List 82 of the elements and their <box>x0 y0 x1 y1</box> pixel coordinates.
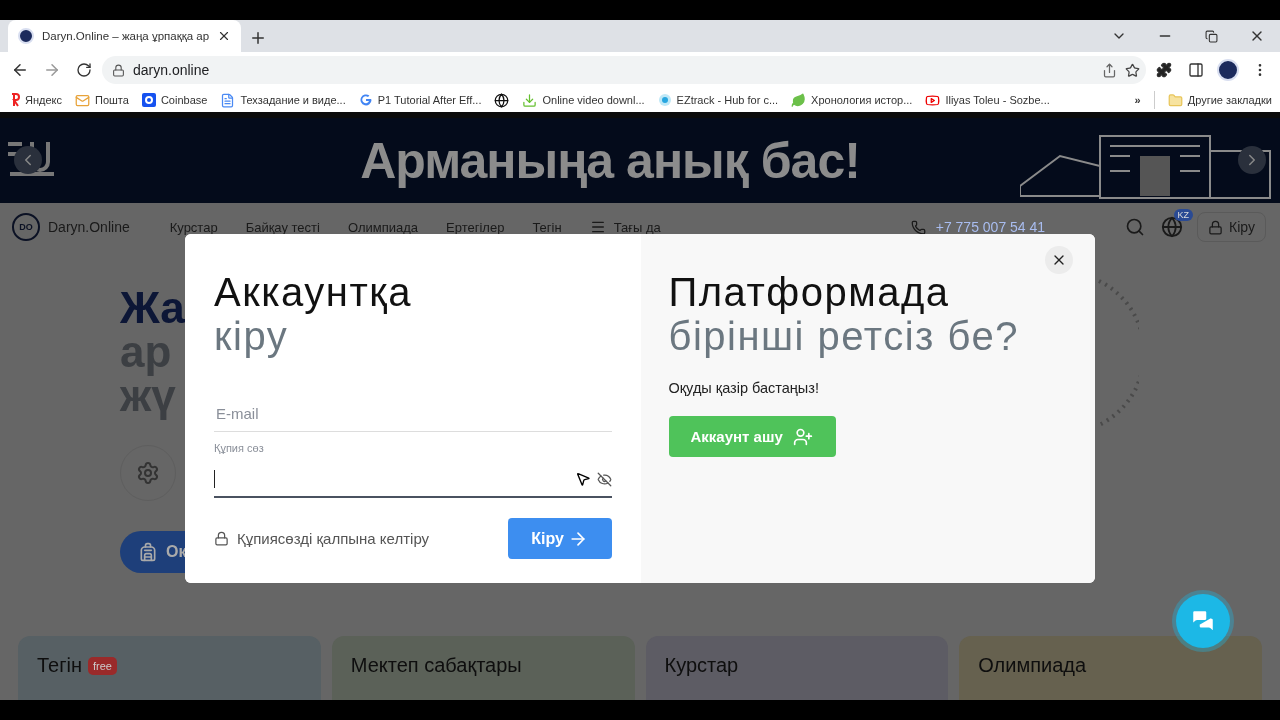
language-badge[interactable]: KZ <box>1173 209 1194 221</box>
category-card[interactable]: Тегін free <box>18 636 321 700</box>
signup-title: Платформада <box>668 270 950 314</box>
hero-heading: Жа <box>120 286 185 330</box>
free-badge: free <box>88 657 117 675</box>
leaf-icon <box>791 92 807 108</box>
bookmark-link[interactable]: Coinbase <box>160 94 208 106</box>
globe-icon[interactable] <box>494 92 510 108</box>
login-submit-button[interactable]: Кіру <box>508 518 612 559</box>
dialog-subtitle: кіру <box>214 314 289 358</box>
more-bookmarks-button[interactable]: » <box>1134 94 1141 106</box>
bookmark-link[interactable]: EZtrack - Hub for c... <box>676 94 779 106</box>
bookmark-link[interactable]: P1 Tutorial After Eff... <box>377 94 482 106</box>
bookmark-link[interactable]: Техзадание и виде... <box>240 94 346 106</box>
coinbase-icon <box>141 93 156 107</box>
eye-icon[interactable] <box>597 471 612 487</box>
category-card[interactable]: Олимпиада <box>959 636 1262 700</box>
favicon-icon <box>18 28 34 44</box>
video-icon <box>925 92 941 108</box>
bookmark-link[interactable]: Пошта <box>95 94 129 106</box>
mouse-cursor-icon <box>575 471 591 487</box>
nav-link[interactable]: Байқау тесті <box>245 219 320 235</box>
lock-icon <box>112 63 125 77</box>
bookmark-link[interactable]: Хронология истор... <box>811 94 913 106</box>
site-logo[interactable]: DO <box>12 213 40 241</box>
card-title: Тегін <box>37 654 82 677</box>
card-title: Курстар <box>664 654 739 677</box>
download-icon <box>522 92 538 108</box>
tab-title: Daryn.Online – жаңа ұрпаққа ар <box>42 30 210 42</box>
google-icon <box>358 93 373 107</box>
bookmark-link[interactable]: Яндекс <box>25 94 62 106</box>
brand-name[interactable]: Daryn.Online <box>48 219 130 235</box>
user-plus-icon <box>792 426 813 447</box>
text-caret <box>214 470 215 488</box>
bookmark-link[interactable]: Iliyas Toleu - Sozbe... <box>945 94 1050 106</box>
bookmark-link[interactable]: Online video downl... <box>542 94 645 106</box>
nav-link[interactable]: Тағы да <box>613 219 661 235</box>
backpack-icon <box>138 542 158 562</box>
profile-avatar[interactable] <box>1217 59 1239 81</box>
menu-icon[interactable] <box>589 219 606 235</box>
nav-link[interactable]: Ертегілер <box>446 219 505 235</box>
signup-subtitle: бірінші ретсіз бе? <box>668 314 1019 358</box>
reset-password-link[interactable]: Құпиясөзді қалпына келтіру <box>214 530 430 547</box>
back-icon[interactable] <box>11 61 29 79</box>
nav-link[interactable]: Олимпиада <box>347 219 419 235</box>
category-card[interactable]: Мектеп сабақтары <box>331 636 635 700</box>
previous-slide-button[interactable] <box>14 146 42 174</box>
url-text: daryn.online <box>133 62 211 78</box>
close-button[interactable] <box>1045 246 1073 274</box>
browser-tab[interactable]: Daryn.Online – жаңа ұрпаққа ар <box>8 20 242 52</box>
language-icon[interactable] <box>1161 216 1184 238</box>
lock-icon <box>1208 219 1224 235</box>
yandex-icon <box>10 93 20 107</box>
password-label: Құпия сөз <box>214 442 264 454</box>
banner-headline: Арманыңа анық бас! <box>360 131 860 190</box>
ring-logo-icon <box>657 93 672 107</box>
puzzle-icon[interactable] <box>1156 62 1172 78</box>
search-icon[interactable] <box>1125 217 1146 237</box>
phone-number[interactable]: +7 775 007 54 41 <box>935 219 1046 235</box>
chat-button[interactable] <box>1176 594 1230 648</box>
side-panel-icon[interactable] <box>1188 62 1204 78</box>
restore-icon[interactable] <box>1204 29 1218 43</box>
card-title: Мектеп сабақтары <box>350 654 522 677</box>
lock-icon <box>214 531 229 546</box>
category-card[interactable]: Курстар <box>645 636 949 700</box>
card-title: Олимпиада <box>978 654 1087 677</box>
login-button[interactable]: Кіру <box>1197 212 1266 242</box>
forward-icon[interactable] <box>43 61 61 79</box>
bookmark-folder[interactable]: Другие закладки <box>1187 94 1272 106</box>
next-slide-button[interactable] <box>1238 146 1266 174</box>
signup-text: Оқуды қазір бастаңыз! <box>668 380 819 396</box>
share-icon[interactable] <box>1102 62 1117 78</box>
document-icon <box>220 92 236 108</box>
dialog-title: Аккаунтқа <box>214 270 412 314</box>
nav-link[interactable]: Тегін <box>532 219 562 235</box>
address-bar[interactable]: daryn.online <box>102 56 1146 84</box>
reload-icon[interactable] <box>76 62 92 78</box>
nav-link[interactable]: Курстар <box>169 219 218 235</box>
star-icon[interactable] <box>1125 62 1140 78</box>
mail-icon <box>75 92 90 108</box>
folder-icon <box>1167 92 1183 108</box>
phone-icon <box>910 219 926 235</box>
